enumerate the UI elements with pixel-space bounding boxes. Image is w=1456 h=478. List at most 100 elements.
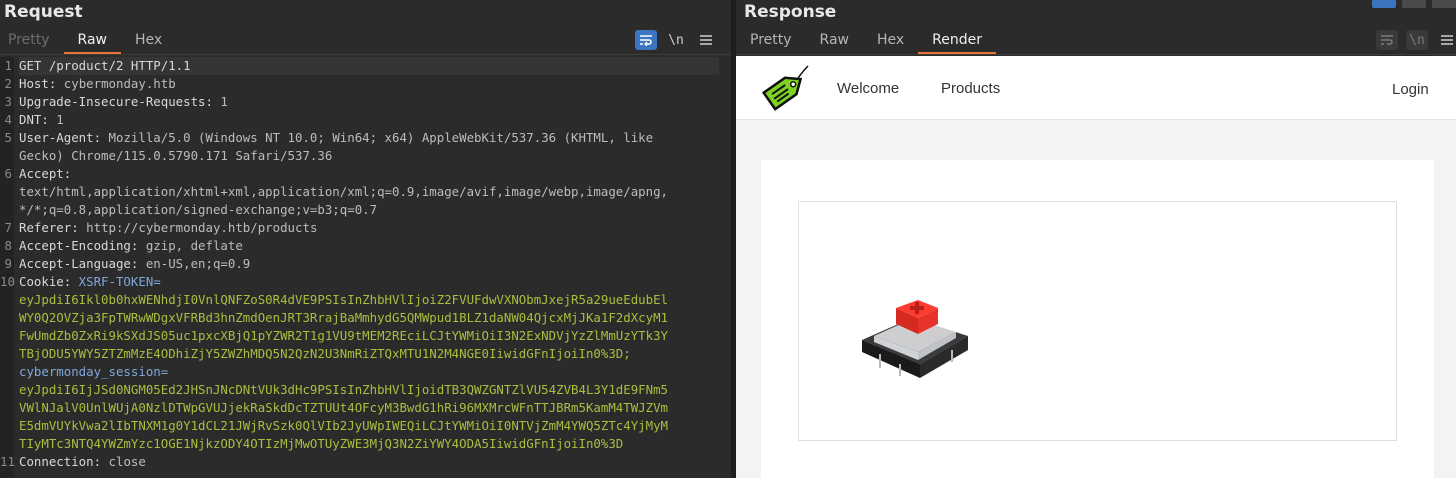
header-key: Accept-Language: (19, 256, 139, 271)
code-text: Cookie: XSRF-TOKEN= (19, 273, 161, 291)
code-text: Host: cybermonday.htb (19, 75, 176, 93)
header-key: Upgrade-Insecure-Requests: (19, 94, 213, 109)
nav-products-link[interactable]: Products (941, 80, 1000, 97)
header-value: gzip, deflate (138, 238, 243, 253)
header-value: Gecko) Chrome/115.0.5790.171 Safari/537.… (19, 148, 333, 163)
code-text: cybermonday_session= (19, 363, 168, 381)
line-number: 6 (4, 166, 12, 181)
header-key: Connection: (19, 454, 102, 469)
line-number: 11 (0, 454, 15, 469)
header-value: Mozilla/5.0 (Windows NT 10.0; Win64; x64… (101, 130, 654, 145)
code-text: eyJpdiI6IjJSd0NGM05Ed2JHSnJNcDNtVUk3dHc9… (19, 381, 668, 399)
code-text: Accept-Language: en-US,en;q=0.9 (19, 255, 250, 273)
header-key: User-Agent: (19, 130, 102, 145)
cookie-value: eyJpdiI6IjJSd0NGM05Ed2JHSnJNcDNtVUk3dHc9… (19, 382, 669, 397)
line-number: 10 (0, 274, 15, 289)
tab-hex[interactable]: Hex (121, 28, 176, 54)
layout-split-button[interactable] (1372, 0, 1396, 8)
header-value: text/html,application/xhtml+xml,applicat… (19, 184, 669, 199)
response-toolbar: \n (1376, 30, 1456, 50)
request-title: Request (4, 2, 83, 22)
newline-icon[interactable]: \n (1406, 30, 1428, 50)
header-value: 1 (48, 112, 64, 127)
code-text: Upgrade-Insecure-Requests: 1 (19, 93, 228, 111)
code-text: VWlNJalV0UnlWUjA0NzlDTWpGVUJjekRaSkdDcTZ… (19, 399, 668, 417)
request-editor[interactable]: 1 GET /product/2 HTTP/1.1 2 Host: cybermond… (0, 57, 731, 478)
tab-pretty[interactable]: Pretty (736, 28, 806, 54)
header-key: Host: (19, 76, 57, 91)
code-text: E5dmVUYkVwa2lIbTNXM1g0Y1dCL21JWjRvSzk0Ql… (19, 417, 668, 435)
header-value: 1 (212, 94, 228, 109)
header-value: close (101, 454, 146, 469)
menu-icon[interactable] (695, 30, 717, 50)
site-navbar: Welcome Products Login (736, 56, 1456, 120)
tab-raw[interactable]: Raw (806, 28, 863, 54)
code-text: Gecko) Chrome/115.0.5790.171 Safari/537.… (19, 147, 332, 165)
menu-icon[interactable] (1436, 30, 1456, 50)
tab-hex[interactable]: Hex (863, 28, 918, 54)
cybermonday-logo-icon[interactable] (760, 64, 810, 112)
cookie-value: eyJpdiI6Ikl0b0hxWENhdjI0VnlQNFZoS0R4dVE9… (19, 292, 669, 307)
line-number: 4 (4, 112, 12, 127)
line-number: 9 (4, 256, 12, 271)
request-pane: Request Pretty Raw Hex \n 1 GET /product/… (0, 0, 731, 478)
tab-pretty[interactable]: Pretty (0, 28, 64, 54)
request-tabs: Pretty Raw Hex (0, 28, 176, 54)
header-value: cybermonday.htb (56, 76, 176, 91)
line-number: 1 (4, 58, 12, 73)
request-toolbar: \n (635, 30, 717, 50)
line-number: 2 (4, 76, 12, 91)
header-key: Referer: (19, 220, 79, 235)
cookie-value: FwUmdZb0ZxRi9kSXdJS05uc1pxcXBjQ1pYZWR2T1… (19, 328, 669, 343)
code-text: WY0Q2OVZja3FpTWRwWDgxVFRBd3hnZmdOenJRT3R… (19, 309, 668, 327)
tab-raw[interactable]: Raw (63, 28, 121, 54)
wrap-icon[interactable] (1376, 30, 1398, 50)
header-key: Accept-Encoding: (19, 238, 139, 253)
code-text: User-Agent: Mozilla/5.0 (Windows NT 10.0… (19, 129, 653, 147)
code-text: Accept-Encoding: gzip, deflate (19, 237, 243, 255)
response-separator (736, 54, 1456, 55)
response-pane: Response Pretty Raw Hex Render \n Welcom… (736, 0, 1456, 478)
code-text: DNT: 1 (19, 111, 64, 129)
header-key: DNT: (19, 112, 49, 127)
code-text: Connection: close (19, 453, 146, 471)
cookie-key: XSRF-TOKEN= (71, 274, 161, 289)
cookie-value: WY0Q2OVZja3FpTWRwWDgxVFRBd3hnZmdOenJRT3R… (19, 310, 669, 325)
header-value: */*;q=0.8,application/signed-exchange;v=… (19, 202, 378, 217)
cookie-value: TIyMTc3NTQ4YWZmYzc1OGE1NjkzODY4OTIzMjMwO… (19, 436, 624, 451)
code-text: TIyMTc3NTQ4YWZmYzc1OGE1NjkzODY4OTIzMjMwO… (19, 435, 623, 453)
header-value: en-US,en;q=0.9 (138, 256, 251, 271)
newline-icon[interactable]: \n (665, 30, 687, 50)
header-key: Cookie: (19, 274, 72, 289)
code-text: */*;q=0.8,application/signed-exchange;v=… (19, 201, 377, 219)
layout-horizontal-button[interactable] (1402, 0, 1426, 8)
line-number: 8 (4, 238, 12, 253)
nav-login-link[interactable]: Login (1392, 81, 1429, 98)
response-title: Response (744, 2, 837, 22)
code-text: text/html,application/xhtml+xml,applicat… (19, 183, 668, 201)
cookie-value: E5dmVUYkVwa2lIbTNXM1g0Y1dCL21JWjRvSzk0Ql… (19, 418, 669, 433)
header-value: http://cybermonday.htb/products (78, 220, 318, 235)
line-number: 3 (4, 94, 12, 109)
header-key: GET /product/2 HTTP/1.1 (19, 58, 191, 73)
code-text: TBjODU5YWY5ZTZmMzE4ODhiZjY5ZWZhMDQ5N2QzN… (19, 345, 631, 363)
code-text: eyJpdiI6Ikl0b0hxWENhdjI0VnlQNFZoS0R4dVE9… (19, 291, 668, 309)
request-separator (0, 54, 731, 55)
keyboard-switch-image (856, 288, 974, 384)
code-text: FwUmdZb0ZxRi9kSXdJS05uc1pxcXBjQ1pYZWR2T1… (19, 327, 668, 345)
header-key: Accept: (19, 166, 72, 181)
layout-toggle (1372, 0, 1456, 8)
code-text: Referer: http://cybermonday.htb/products (19, 219, 317, 237)
cookie-value: VWlNJalV0UnlWUjA0NzlDTWpGVUJjekRaSkdDcTZ… (19, 400, 669, 415)
tab-render[interactable]: Render (918, 28, 997, 54)
wrap-icon[interactable] (635, 30, 657, 50)
nav-welcome-link[interactable]: Welcome (837, 80, 899, 97)
line-number: 7 (4, 220, 12, 235)
line-number: 5 (4, 130, 12, 145)
code-text: Accept: (19, 165, 71, 183)
cookie-key: cybermonday_session= (19, 364, 169, 379)
code-text: GET /product/2 HTTP/1.1 (19, 57, 719, 75)
layout-vertical-button[interactable] (1432, 0, 1456, 8)
cookie-value: TBjODU5YWY5ZTZmMzE4ODhiZjY5ZWZhMDQ5N2QzN… (19, 346, 631, 361)
response-tabs: Pretty Raw Hex Render (736, 28, 997, 54)
